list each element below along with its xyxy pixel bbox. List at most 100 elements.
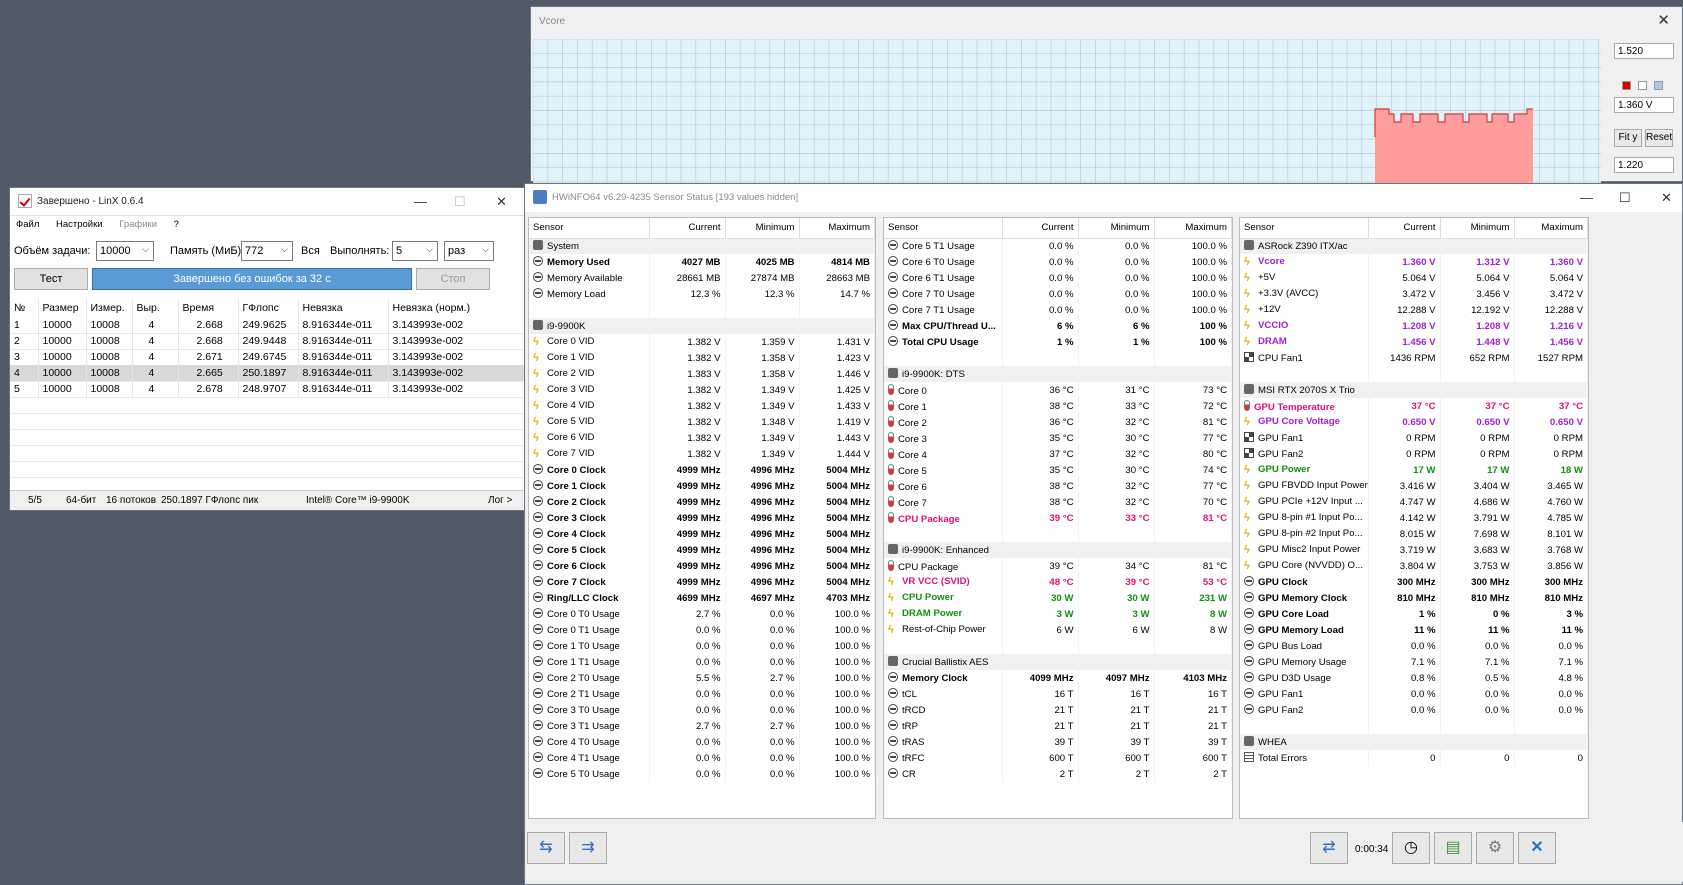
sensor-row[interactable]: ϟ DRAM Power 3 W3 W8 W [884, 606, 1232, 622]
run-unit-combobox[interactable]: раз ⌵ [444, 241, 494, 261]
table-row[interactable]: 5 10000 10008 4 2.678 248.9707 8.916344e-011 3.… [10, 381, 526, 397]
sensor-group-header[interactable]: MSI RTX 2070S X Trio [1240, 382, 1588, 398]
fit-y-button[interactable]: Fit y [1614, 129, 1642, 147]
close-icon[interactable]: ✕ [1661, 190, 1672, 206]
col-sensor[interactable]: Sensor [884, 218, 1003, 239]
sensor-row[interactable]: Total Errors 0 0 0 [1240, 750, 1588, 766]
col-minimum[interactable]: Minimum [1078, 218, 1155, 239]
sensor-row[interactable]: ϟ +5V 5.064 V 5.064 V 5.064 V [1240, 270, 1588, 286]
sensor-row[interactable]: Core 4 Clock 4999 MHz 4996 MHz 5004 MHz [529, 526, 875, 542]
sensor-row[interactable]: ϟ +12V 12.288 V 12.192 V 12.288 V [1240, 302, 1588, 318]
sensor-row[interactable]: ϟ Vcore 1.360 V 1.312 V 1.360 V [1240, 254, 1588, 270]
clock-icon[interactable]: ◷ [1392, 832, 1430, 864]
menu-graphs[interactable]: Графики [119, 219, 157, 230]
vcore-max-field[interactable]: 1.520 [1614, 43, 1674, 59]
sensor-group-header[interactable]: ASRock Z390 ITX/ac [1240, 238, 1588, 254]
network-icon[interactable]: ⇄ [1310, 832, 1348, 864]
blue-color-swatch-icon[interactable] [1654, 81, 1663, 90]
menu-file[interactable]: Файл [16, 219, 39, 230]
sensor-row[interactable]: GPU Bus Load 0.0 % 0.0 % 0.0 % [1240, 638, 1588, 654]
run-count-combobox[interactable]: 5 ⌵ [392, 241, 438, 261]
sensor-row[interactable]: Core 6 T0 Usage 0.0 % 0.0 % 100.0 % [884, 254, 1232, 270]
sensor-row[interactable]: tRP 21 T 21 T 21 T [884, 718, 1232, 734]
sensor-row[interactable]: Core 2 T0 Usage 5.5 % 2.7 % 100.0 % [529, 670, 875, 686]
col-minimum[interactable]: Minimum [1440, 218, 1515, 239]
sensor-row[interactable]: tCL 16 T 16 T 16 T [884, 686, 1232, 702]
sensor-row[interactable]: GPU Memory Load 11 % 11 % 11 % [1240, 622, 1588, 638]
sensor-row[interactable]: CR 2 T2 T2 T [884, 766, 1232, 782]
sensor-row[interactable]: Core 0 36 °C 31 °C 73 °C [884, 382, 1232, 398]
col-current[interactable]: Current [649, 218, 726, 239]
sensor-row[interactable]: Core 3 T1 Usage 2.7 % 2.7 % 100.0 % [529, 718, 875, 734]
col-maximum[interactable]: Maximum [1514, 218, 1588, 239]
sensor-row[interactable]: GPU Memory Clock 810 MHz 810 MHz 810 MHz [1240, 590, 1588, 606]
hwinfo-titlebar[interactable]: HWiNFO64 v6.29-4235 Sensor Status [193 v… [525, 184, 1682, 212]
sensor-row[interactable]: Core 3 35 °C 30 °C 77 °C [884, 430, 1232, 446]
sensor-row[interactable]: Memory Used 4027 MB 4025 MB 4814 MB [529, 254, 875, 270]
sensor-row[interactable]: ϟ Core 3 VID 1.382 V 1.349 V 1.425 V [529, 382, 875, 398]
col-header[interactable]: Невязка (норм.) [388, 299, 526, 317]
sensor-row[interactable]: GPU Memory Usage 7.1 % 7.1 % 7.1 % [1240, 654, 1588, 670]
col-header[interactable]: Невязка [298, 299, 389, 317]
col-sensor[interactable]: Sensor [1240, 218, 1369, 239]
add-report-icon[interactable]: ▤ [1434, 832, 1472, 864]
sensor-row[interactable]: GPU Fan2 0.0 % 0.0 % 0.0 % [1240, 702, 1588, 718]
col-header[interactable]: Выр. [132, 299, 179, 317]
sensor-row[interactable]: ϟ GPU Core Voltage 0.650 V 0.650 V 0.650 V [1240, 414, 1588, 430]
sensor-row[interactable]: Max CPU/Thread U... 6 % 6 % 100 % [884, 318, 1232, 334]
sensor-row[interactable]: ϟ GPU Core (NVVDD) O... 3.804 W 3.753 W 3.85… [1240, 558, 1588, 574]
col-header[interactable]: № [10, 299, 39, 317]
sensor-row[interactable]: ϟ Core 6 VID 1.382 V 1.349 V 1.443 V [529, 430, 875, 446]
sensor-row[interactable]: Core 0 T0 Usage 2.7 % 0.0 % 100.0 % [529, 606, 875, 622]
arrows-right-icon[interactable]: ⇉ [569, 832, 607, 864]
sensor-row[interactable]: ϟ Rest-of-Chip Power 6 W6 W8 W [884, 622, 1232, 638]
sensor-row[interactable]: ϟ Core 7 VID 1.382 V 1.349 V 1.444 V [529, 446, 875, 462]
sensor-row[interactable]: Total CPU Usage 1 % 1 % 100 % [884, 334, 1232, 350]
sensor-row[interactable]: Core 0 T1 Usage 0.0 % 0.0 % 100.0 % [529, 622, 875, 638]
sensor-row[interactable]: Core 1 T1 Usage 0.0 % 0.0 % 100.0 % [529, 654, 875, 670]
sensor-row[interactable]: Memory Clock 4099 MHz 4097 MHz 4103 MHz [884, 670, 1232, 686]
all-memory-label[interactable]: Вся [301, 245, 320, 257]
red-color-swatch-icon[interactable] [1622, 81, 1631, 90]
sensor-row[interactable]: Core 2 Clock 4999 MHz 4996 MHz 5004 MHz [529, 494, 875, 510]
col-maximum[interactable]: Maximum [1154, 218, 1232, 239]
sensor-row[interactable]: Core 3 T0 Usage 0.0 % 0.0 % 100.0 % [529, 702, 875, 718]
maximize-icon[interactable]: ☐ [1619, 190, 1631, 206]
close-icon[interactable]: ✕ [1518, 832, 1556, 864]
sensor-row[interactable]: Core 4 T1 Usage 0.0 % 0.0 % 100.0 % [529, 750, 875, 766]
white-color-swatch-icon[interactable] [1638, 81, 1647, 90]
sensor-group-header[interactable]: i9-9900K: Enhanced [884, 542, 1232, 558]
sensor-group-header[interactable]: WHEA [1240, 734, 1588, 750]
col-maximum[interactable]: Maximum [799, 218, 875, 239]
arrows-left-right-icon[interactable]: ⇆ [527, 832, 565, 864]
col-header[interactable]: Размер [38, 299, 87, 317]
sensor-row[interactable]: ϟ VCCIO 1.208 V 1.208 V 1.216 V [1240, 318, 1588, 334]
linx-titlebar[interactable]: Завершено - LinX 0.6.4 — ☐ ✕ [10, 188, 525, 216]
sensor-group-header[interactable]: i9-9900K: DTS [884, 366, 1232, 382]
sensor-group-header[interactable]: i9-9900K [529, 318, 875, 334]
sensor-row[interactable]: Ring/LLC Clock 4699 MHz 4697 MHz 4703 MHz [529, 590, 875, 606]
sensor-row[interactable]: Core 2 T1 Usage 0.0 % 0.0 % 100.0 % [529, 686, 875, 702]
menu-settings[interactable]: Настройки [56, 219, 103, 230]
sensor-row[interactable]: Memory Available 28661 MB 27874 MB 28663 MB [529, 270, 875, 286]
sensor-row[interactable]: CPU Package 39 °C 33 °C 81 °C [884, 510, 1232, 526]
table-row[interactable]: 3 10000 10008 4 2.671 249.6745 8.916344e-011 3.… [10, 349, 526, 365]
sensor-row[interactable]: ϟ VR VCC (SVID) 48 °C 39 °C 53 °C [884, 574, 1232, 590]
sensor-row[interactable]: Core 0 Clock 4999 MHz 4996 MHz 5004 MHz [529, 462, 875, 478]
sensor-row[interactable]: Core 2 36 °C 32 °C 81 °C [884, 414, 1232, 430]
col-minimum[interactable]: Minimum [725, 218, 800, 239]
sensor-row[interactable]: ϟ Core 1 VID 1.382 V 1.358 V 1.423 V [529, 350, 875, 366]
sensor-row[interactable]: ϟ GPU 8-pin #1 Input Po... 4.142 W 3.791 W4… [1240, 510, 1588, 526]
sensor-row[interactable]: ϟ DRAM 1.456 V 1.448 V 1.456 V [1240, 334, 1588, 350]
col-sensor[interactable]: Sensor [529, 218, 650, 239]
sensor-row[interactable]: Core 4 T0 Usage 0.0 % 0.0 % 100.0 % [529, 734, 875, 750]
sensor-row[interactable]: Core 3 Clock 4999 MHz 4996 MHz 5004 MHz [529, 510, 875, 526]
sensor-group-header[interactable]: System [529, 238, 875, 254]
col-header[interactable]: ГФлопс [238, 299, 299, 317]
maximize-icon[interactable]: ☐ [454, 194, 466, 210]
sensor-row[interactable]: Core 6 38 °C 32 °C 77 °C [884, 478, 1232, 494]
sensor-row[interactable]: Core 5 Clock 4999 MHz 4996 MHz 5004 MHz [529, 542, 875, 558]
sensor-row[interactable]: GPU D3D Usage 0.8 % 0.5 % 4.8 % [1240, 670, 1588, 686]
gear-icon[interactable]: ⚙ [1476, 832, 1514, 864]
reset-button[interactable]: Reset [1645, 129, 1673, 147]
